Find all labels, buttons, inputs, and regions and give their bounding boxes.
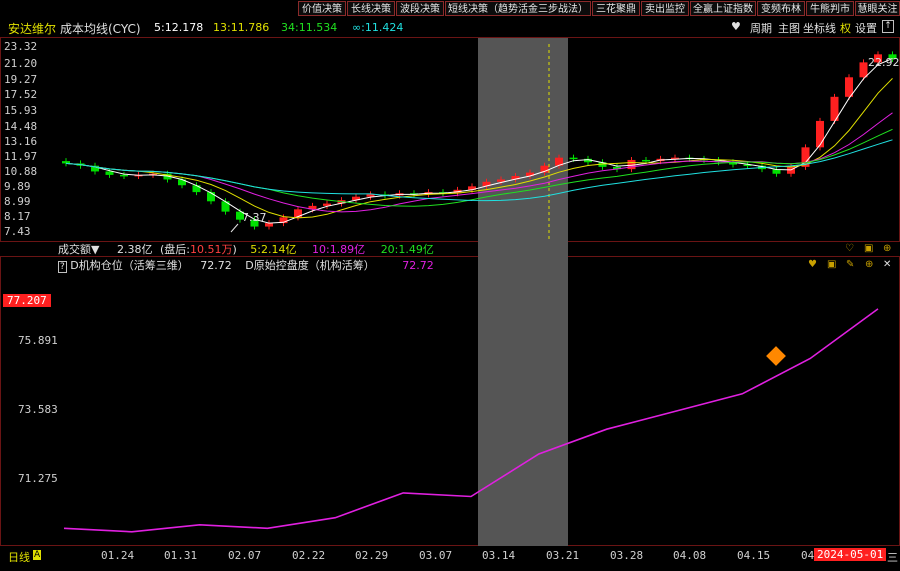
date-tick: 02.07	[228, 549, 262, 562]
candle-body	[859, 62, 868, 78]
close-icon[interactable]: ✕	[883, 259, 891, 270]
indicator-line	[63, 308, 879, 533]
date-tick: 02.29	[355, 549, 389, 562]
settings-icon[interactable]: ▣	[827, 259, 836, 270]
heart-icon[interactable]: ♥	[808, 259, 817, 270]
indicator-tick: 75.891	[18, 334, 58, 347]
date-tick: 04.15	[737, 549, 771, 562]
candle-body	[569, 157, 578, 160]
indicator1-value: 72.72	[200, 259, 232, 272]
edit-icon[interactable]: ✎	[846, 259, 854, 270]
chart-canvas[interactable]: 7.37 22.92	[0, 0, 900, 571]
date-tick: 03.14	[482, 549, 516, 562]
candle-body	[221, 201, 230, 212]
cursor-date-tag: 2024-05-01	[814, 548, 887, 561]
candle-body	[120, 174, 128, 177]
indicator-legend: ? D机构仓位（活筹三维） 72.72 D原始控盘度（机构活筹） 72.72	[58, 257, 434, 273]
status-bar	[0, 562, 900, 571]
indicator1-name[interactable]: D机构仓位（活筹三维）	[70, 259, 188, 272]
candle-body	[105, 171, 114, 175]
after-hours-value: 10.51万	[189, 243, 233, 256]
candle-body	[642, 159, 650, 162]
date-tick: 04.08	[673, 549, 707, 562]
volume-legend: 成交额▼ 2.38亿 (盘后:10.51万) 5:2.14亿 10:1.89亿 …	[58, 243, 434, 256]
indicator-tick: 73.583	[18, 403, 58, 416]
signal-diamond	[766, 346, 786, 366]
date-tick: 03.28	[610, 549, 644, 562]
volume-label[interactable]: 成交额▼	[58, 243, 99, 256]
date-tick: 02.22	[292, 549, 326, 562]
candle-body	[192, 185, 201, 193]
vol-ma5: 5:2.14亿	[250, 243, 297, 256]
date-tick: 04	[801, 549, 815, 562]
indicator2-name[interactable]: D原始控盘度（机构活筹）	[245, 259, 374, 272]
high-annotation: 22.92	[868, 56, 900, 69]
candle-body	[62, 161, 70, 164]
current-value-tag: 77.207	[3, 294, 51, 307]
vol-ma20: 20:1.49亿	[380, 243, 434, 256]
lock-icon[interactable]: A	[33, 550, 42, 560]
indicator-tick: 71.275	[18, 472, 58, 485]
candle-body	[207, 192, 215, 202]
zoom-icon[interactable]: ⊕	[865, 259, 873, 270]
low-annotation: 7.37	[242, 211, 267, 224]
low-pointer	[230, 223, 239, 233]
expand-icon[interactable]: ?	[58, 261, 67, 273]
date-tick: 03.07	[419, 549, 453, 562]
date-tick: 01.24	[101, 549, 135, 562]
vol-ma10: 10:1.89亿	[311, 243, 366, 256]
settings-icon[interactable]: ▣	[864, 243, 873, 254]
date-tick: 01.31	[164, 549, 198, 562]
indicator2-value: 72.72	[402, 259, 434, 272]
candle-body	[816, 120, 824, 148]
zoom-icon[interactable]: ⊕	[883, 243, 891, 254]
after-hours-label: 盘后:	[164, 243, 190, 256]
volume-value: 2.38亿	[116, 243, 153, 256]
heart-icon[interactable]: ♡	[845, 243, 854, 254]
selection-highlight	[478, 38, 568, 546]
date-tick: 03.21	[546, 549, 580, 562]
